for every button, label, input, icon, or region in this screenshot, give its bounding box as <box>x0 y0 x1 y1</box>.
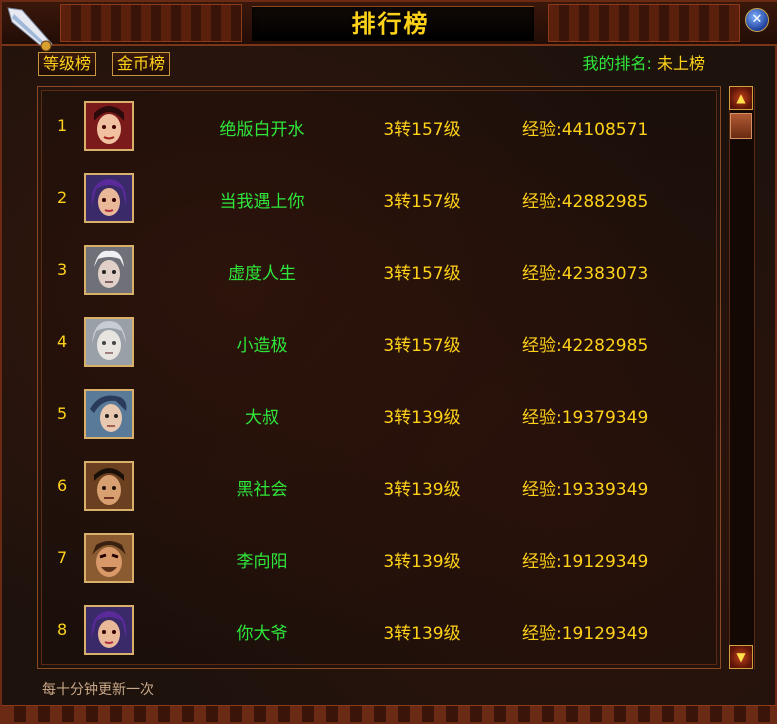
ranking-row[interactable]: 5 大叔 3转139级 经验:19379349 <box>42 379 718 451</box>
rank-number: 8 <box>57 620 68 639</box>
player-level: 3转157级 <box>383 120 461 140</box>
player-avatar[interactable] <box>84 245 134 295</box>
scrollbar-track[interactable] <box>729 87 755 669</box>
ranking-row[interactable]: 4 小造极 3转157级 经验:42282985 <box>42 307 718 379</box>
player-name: 你大爷 <box>236 624 288 644</box>
player-name: 黑社会 <box>236 480 288 500</box>
rank-number: 3 <box>57 260 68 279</box>
rank-number: 5 <box>57 404 68 423</box>
player-level: 3转157级 <box>383 192 461 212</box>
close-icon: ✕ <box>751 12 763 27</box>
player-avatar[interactable] <box>84 173 134 223</box>
ranking-row[interactable]: 2 当我遇上你 3转157级 经验:42882985 <box>42 163 718 235</box>
rank-number: 1 <box>57 116 68 135</box>
player-avatar[interactable] <box>84 533 134 583</box>
player-exp: 经验:44108571 <box>522 120 649 140</box>
ranking-row[interactable]: 6 黑社会 3转139级 经验:19339349 <box>42 451 718 523</box>
player-avatar[interactable] <box>84 101 134 151</box>
rank-number: 4 <box>57 332 68 351</box>
player-level: 3转139级 <box>383 624 461 644</box>
player-exp: 经验:19379349 <box>522 408 649 428</box>
player-avatar[interactable] <box>84 605 134 655</box>
player-exp: 经验:42282985 <box>522 336 649 356</box>
window-title: 排行榜 <box>351 10 430 38</box>
player-exp: 经验:19129349 <box>522 552 649 572</box>
player-name: 绝版白开水 <box>219 120 305 140</box>
player-name: 虚度人生 <box>228 264 296 284</box>
my-rank-label: 我的排名: <box>582 54 652 73</box>
scrollbar-thumb[interactable] <box>730 113 752 139</box>
player-exp: 经验:42882985 <box>522 192 649 212</box>
player-name: 小造极 <box>236 336 288 356</box>
leaderboard-window: 排行榜 ✕ 等级榜 金币榜 我的排名: 未上榜 1 绝版白开水 3转157级 经… <box>0 0 777 724</box>
rank-number: 7 <box>57 548 68 567</box>
player-level: 3转157级 <box>383 264 461 284</box>
sword-logo-icon <box>7 7 53 52</box>
chevron-down-icon: ▼ <box>736 650 746 664</box>
player-avatar[interactable] <box>84 389 134 439</box>
player-avatar[interactable] <box>84 461 134 511</box>
rank-number: 6 <box>57 476 68 495</box>
bottom-ornament <box>2 705 777 722</box>
scroll-down-button[interactable]: ▼ <box>729 645 753 669</box>
ranking-list: 1 绝版白开水 3转157级 经验:44108571 2 当我遇上你 3转157… <box>37 86 721 669</box>
ranking-row[interactable]: 8 你大爷 3转139级 经验:19129349 <box>42 595 718 667</box>
player-level: 3转139级 <box>383 408 461 428</box>
chevron-up-icon: ▲ <box>736 91 746 105</box>
ranking-row[interactable]: 1 绝版白开水 3转157级 经验:44108571 <box>42 91 718 163</box>
scroll-up-button[interactable]: ▲ <box>729 86 753 110</box>
ranking-list-inner: 1 绝版白开水 3转157级 经验:44108571 2 当我遇上你 3转157… <box>41 90 717 665</box>
ranking-row[interactable]: 3 虚度人生 3转157级 经验:42383073 <box>42 235 718 307</box>
player-name: 大叔 <box>245 408 279 428</box>
player-exp: 经验:19129349 <box>522 624 649 644</box>
player-level: 3转139级 <box>383 552 461 572</box>
tab-level-ranking[interactable]: 等级榜 <box>38 52 97 76</box>
player-avatar[interactable] <box>84 317 134 367</box>
tab-gold-ranking[interactable]: 金币榜 <box>112 52 171 76</box>
close-button[interactable]: ✕ <box>745 8 769 32</box>
player-name: 当我遇上你 <box>219 192 305 212</box>
ranking-row[interactable]: 7 李向阳 3转139级 经验:19129349 <box>42 523 718 595</box>
update-note: 每十分钟更新一次 <box>42 682 154 698</box>
my-rank: 我的排名: 未上榜 <box>582 52 705 76</box>
player-exp: 经验:19339349 <box>522 480 649 500</box>
player-level: 3转157级 <box>383 336 461 356</box>
rank-number: 2 <box>57 188 68 207</box>
player-exp: 经验:42383073 <box>522 264 649 284</box>
my-rank-value: 未上榜 <box>656 54 705 73</box>
player-level: 3转139级 <box>383 480 461 500</box>
player-name: 李向阳 <box>236 552 288 572</box>
